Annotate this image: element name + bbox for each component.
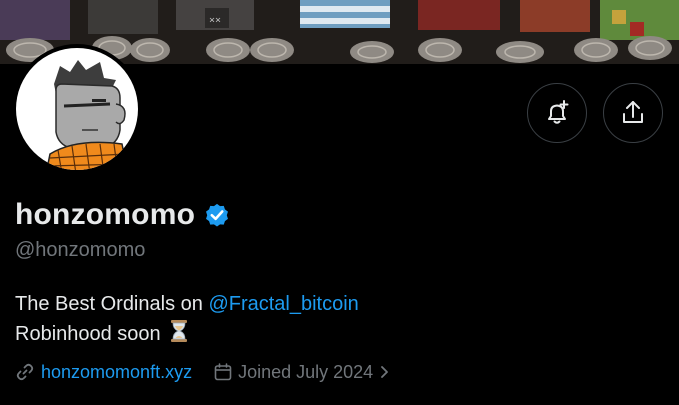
bell-plus-icon xyxy=(548,100,569,124)
bio-text: The Best Ordinals on xyxy=(15,293,209,315)
user-handle: @honzomomo xyxy=(15,239,146,261)
bio-line-2: Robinhood soon xyxy=(15,319,359,349)
bio-line-1: The Best Ordinals on @Fractal_bitcoin xyxy=(15,290,359,319)
link-icon xyxy=(16,363,34,381)
calendar-icon xyxy=(214,363,232,381)
verified-badge-icon[interactable] xyxy=(203,201,231,229)
display-name: honzomomo xyxy=(15,198,196,231)
joined-date[interactable]: Joined July 2024 xyxy=(214,362,389,383)
chevron-right-icon xyxy=(381,366,389,378)
svg-text:××: ×× xyxy=(209,15,221,26)
share-button[interactable] xyxy=(603,83,663,143)
joined-text: Joined July 2024 xyxy=(238,361,374,382)
profile-meta: honzomomonft.xyz Joined July 2024 xyxy=(15,358,389,386)
name-row: honzomomo xyxy=(15,195,231,235)
mention-link[interactable]: @Fractal_bitcoin xyxy=(208,293,358,315)
profile-avatar[interactable] xyxy=(12,44,142,174)
bio-text-2: Robinhood soon xyxy=(15,323,161,345)
website-link[interactable]: honzomomonft.xyz xyxy=(41,362,192,383)
profile-bio: The Best Ordinals on @Fractal_bitcoin Ro… xyxy=(15,290,359,349)
notify-button[interactable] xyxy=(527,83,587,143)
hourglass-icon xyxy=(171,320,188,342)
share-upload-icon xyxy=(623,101,643,123)
avatar-image xyxy=(16,48,138,170)
